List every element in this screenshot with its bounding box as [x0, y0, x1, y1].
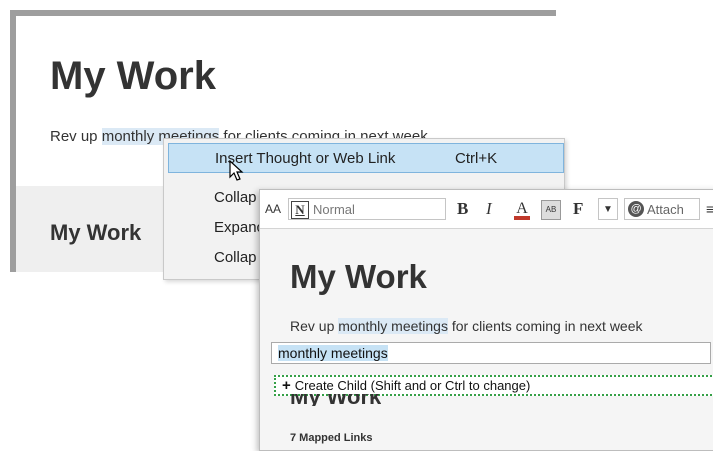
thought-description: Rev up monthly meetings for clients comi…	[290, 318, 643, 334]
menu-item-insert-thought-link[interactable]: Insert Thought or Web Link Ctrl+K	[168, 143, 564, 173]
style-icon: N	[291, 201, 309, 219]
description-text: Rev up	[290, 318, 339, 334]
paragraph-style-select[interactable]: N Normal	[288, 198, 446, 220]
format-button[interactable]: F	[573, 198, 583, 220]
menu-item-label: Collap	[214, 249, 257, 266]
description-text: for clients coming in next week	[447, 318, 643, 334]
font-color-bar	[514, 216, 530, 220]
suggestion-label: Create Child (Shift and or Ctrl to chang…	[294, 378, 531, 393]
formatting-toolbar: AA N Normal B I A AB F ▼ @ Attach ≡	[260, 190, 713, 229]
plus-icon: +	[282, 377, 291, 394]
description-link[interactable]: monthly meetings	[338, 318, 448, 334]
format-dropdown-chevron-down-icon[interactable]: ▼	[598, 198, 618, 220]
attach-label: Attach	[647, 202, 684, 217]
create-child-suggestion[interactable]: + Create Child (Shift and or Ctrl to chan…	[274, 375, 713, 396]
highlight-button[interactable]: AB	[541, 200, 561, 220]
attach-button[interactable]: @ Attach	[624, 198, 700, 220]
page-title: My Work	[290, 258, 427, 295]
style-value: Normal	[313, 202, 355, 217]
lower-panel-title: My Work	[50, 220, 142, 245]
bold-button[interactable]: B	[457, 198, 468, 220]
font-size-button[interactable]: AA	[265, 198, 281, 220]
more-options-icon[interactable]: ≡	[706, 198, 713, 220]
search-value: monthly meetings	[278, 345, 388, 361]
page-title: My Work	[50, 54, 216, 98]
menu-item-label: Collap	[214, 189, 257, 206]
section-title: My Work	[290, 394, 381, 406]
menu-item-shortcut: Ctrl+K	[455, 150, 498, 167]
mouse-cursor-icon	[229, 160, 244, 181]
menu-item-label: Expanc	[214, 219, 265, 236]
description-text: Rev up	[50, 128, 102, 145]
link-search-input[interactable]: monthly meetings	[271, 342, 711, 364]
font-color-icon: A	[516, 200, 528, 217]
mapped-links-count: 7 Mapped Links	[290, 432, 373, 444]
font-color-button[interactable]: A	[512, 198, 532, 220]
paperclip-icon: @	[628, 201, 644, 217]
italic-button[interactable]: I	[486, 198, 492, 220]
editor-window: AA N Normal B I A AB F ▼ @ Attach ≡ My Wo…	[259, 189, 713, 451]
